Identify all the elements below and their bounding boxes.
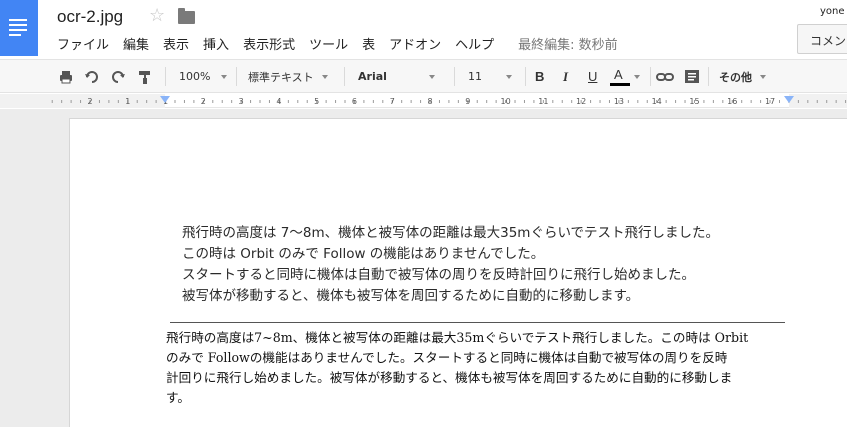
ruler-label: 15 <box>689 97 699 106</box>
font-value: Arial <box>358 70 387 83</box>
ocr-text-line: す。 <box>166 390 190 405</box>
star-icon[interactable]: ☆ <box>149 5 165 26</box>
chevron-down-icon <box>221 74 228 79</box>
document-page[interactable]: 飛行時の高度は 7～8m、機体と被写体の距離は最大35mぐらいでテスト飛行しまし… <box>69 118 847 427</box>
document-title[interactable]: ocr-2.jpg <box>57 7 123 27</box>
ruler-label: 11 <box>538 97 548 106</box>
ruler[interactable]: 211234567891011121314151617 <box>0 94 847 108</box>
toolbar: 100% 標準テキスト Arial 11 B I U A その他 <box>0 59 847 93</box>
paint-format-icon[interactable] <box>137 60 155 93</box>
scanned-text-image: 飛行時の高度は 7～8m、機体と被写体の距離は最大35mぐらいでテスト飛行しまし… <box>182 223 762 307</box>
docs-window: ocr-2.jpg ☆ ファイル 編集 表示 挿入 表示形式 ツール 表 アドオ… <box>0 0 847 427</box>
ocr-text-line: 飛行時の高度は7~8m、機体と被写体の距離は最大35mぐらいでテスト飛行しました… <box>166 330 749 345</box>
ruler-label: 6 <box>352 97 357 106</box>
more-button[interactable]: その他 <box>719 60 771 93</box>
ruler-label: 9 <box>465 97 470 106</box>
ruler-scale: 211234567891011121314151617 <box>0 94 847 108</box>
comments-button[interactable]: コメン <box>797 24 847 54</box>
bold-label: B <box>535 69 545 84</box>
text-color-label: A <box>614 66 623 82</box>
ruler-label: 7 <box>390 97 395 106</box>
style-select[interactable]: 標準テキスト <box>248 60 336 93</box>
ocr-text-line: 計回りに飛行し始めました。被写体が移動すると、機体も被写体を周回するために自動的… <box>166 370 733 385</box>
app-header: ocr-2.jpg ☆ ファイル 編集 表示 挿入 表示形式 ツール 表 アドオ… <box>0 0 847 58</box>
ocr-text-line: のみで Followの機能はありませんでした。スタートすると同時に機体は自動で被… <box>166 350 728 365</box>
font-select[interactable]: Arial <box>358 60 442 93</box>
menu-tools[interactable]: ツール <box>309 34 348 53</box>
undo-icon[interactable] <box>84 60 102 93</box>
chevron-down-icon <box>321 74 328 79</box>
underline-button[interactable]: U <box>588 60 602 93</box>
italic-button[interactable]: I <box>563 60 577 93</box>
ruler-label: 13 <box>614 97 624 106</box>
zoom-select[interactable]: 100% <box>179 60 229 93</box>
menu-file[interactable]: ファイル <box>57 34 109 53</box>
text-color-swatch <box>610 82 630 86</box>
image-text-line: 被写体が移動すると、機体も被写体を周回するために自動的に移動します。 <box>182 288 640 304</box>
more-label: その他 <box>719 70 752 84</box>
style-value: 標準テキスト <box>248 70 314 84</box>
ruler-label: 1 <box>125 97 130 106</box>
ruler-label: 12 <box>576 97 586 106</box>
ruler-label: 17 <box>765 97 775 106</box>
ruler-label: 2 <box>201 97 206 106</box>
ruler-right-margin <box>789 94 847 108</box>
ruler-label: 5 <box>314 97 319 106</box>
zoom-value: 100% <box>179 70 211 83</box>
ruler-label: 3 <box>239 97 244 106</box>
redo-icon[interactable] <box>110 60 128 93</box>
chevron-down-icon <box>760 74 766 79</box>
user-account[interactable]: yone <box>820 6 845 17</box>
menu-format[interactable]: 表示形式 <box>243 34 295 53</box>
image-text-line: この時は Orbit のみで Follow の機能はありませんでした。 <box>182 246 545 262</box>
image-text-line: 飛行時の高度は 7～8m、機体と被写体の距離は最大35mぐらいでテスト飛行しまし… <box>182 225 720 241</box>
ruler-label: 16 <box>727 97 737 106</box>
menu-view[interactable]: 表示 <box>163 34 189 53</box>
chevron-down-icon <box>506 74 512 79</box>
ruler-label: 14 <box>652 97 662 106</box>
italic-label: I <box>563 68 569 84</box>
ruler-left-margin <box>0 94 165 108</box>
image-text-line: スタートすると同時に機体は自動で被写体の周りを反時計回りに飛行し始めました。 <box>182 267 695 283</box>
text-color-button[interactable]: A <box>610 60 644 93</box>
ruler-label: 2 <box>87 97 92 106</box>
document-canvas: 飛行時の高度は 7～8m、機体と被写体の距離は最大35mぐらいでテスト飛行しまし… <box>0 109 847 427</box>
section-divider <box>170 322 785 323</box>
menu-insert[interactable]: 挿入 <box>203 34 229 53</box>
menu-table[interactable]: 表 <box>362 34 375 53</box>
last-edit-status[interactable]: 最終編集: 数秒前 <box>518 34 618 53</box>
ruler-label: 10 <box>500 97 510 106</box>
chevron-down-icon <box>634 74 640 79</box>
bold-button[interactable]: B <box>535 60 549 93</box>
print-icon[interactable] <box>58 60 76 93</box>
link-icon[interactable] <box>656 60 676 93</box>
font-size-value: 11 <box>468 70 482 83</box>
ruler-label: 4 <box>276 97 281 106</box>
ocr-text-paragraph[interactable]: 飛行時の高度は7~8m、機体と被写体の距離は最大35mぐらいでテスト飛行しました… <box>166 328 784 408</box>
menu-addons[interactable]: アドオン <box>389 34 441 53</box>
comment-icon[interactable] <box>684 60 702 93</box>
menu-help[interactable]: ヘルプ <box>455 34 494 53</box>
menu-bar: ファイル 編集 表示 挿入 表示形式 ツール 表 アドオン ヘルプ 最終編集: … <box>57 33 618 53</box>
menu-edit[interactable]: 編集 <box>123 34 149 53</box>
underline-label: U <box>588 69 598 84</box>
chevron-down-icon <box>428 74 435 79</box>
docs-logo-icon[interactable] <box>0 0 38 56</box>
folder-icon[interactable] <box>178 8 195 24</box>
font-size-select[interactable]: 11 <box>468 60 518 93</box>
ruler-label: 8 <box>427 97 432 106</box>
